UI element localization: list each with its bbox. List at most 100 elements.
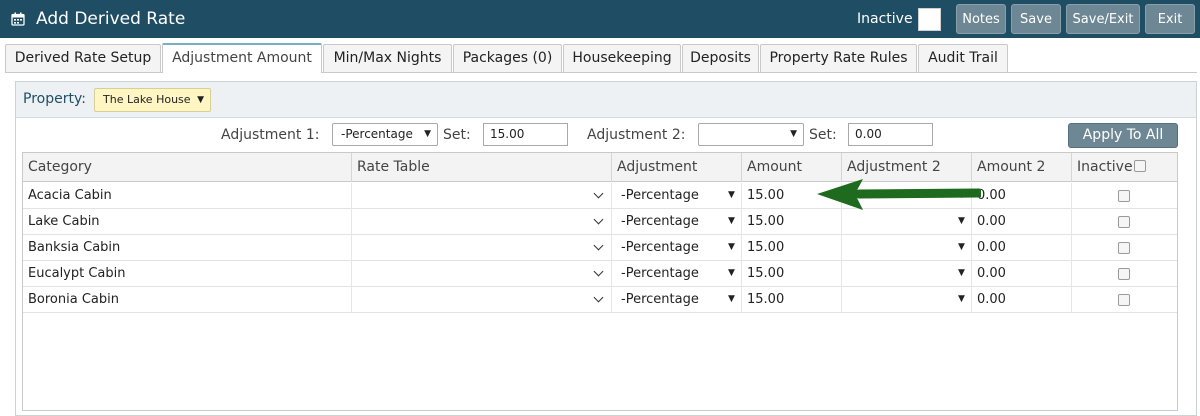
adjustment-value: -Percentage — [621, 188, 699, 203]
tab-deposits[interactable]: Deposits — [682, 44, 759, 72]
inactive-label: Inactive — [857, 11, 913, 27]
set2-label: Set: — [809, 127, 837, 143]
dropdown-triangle-icon: ▼ — [728, 294, 735, 304]
adjustment-select[interactable]: -Percentage ▼ — [612, 209, 742, 235]
chevron-down-icon — [593, 188, 604, 199]
notes-button[interactable]: Notes — [956, 4, 1006, 34]
header-amount2[interactable]: Amount 2 — [972, 153, 1072, 182]
category-cell: Eucalypt Cabin — [23, 261, 352, 287]
tab-derived-rate-setup[interactable]: Derived Rate Setup — [5, 44, 161, 72]
inactive-checkbox[interactable] — [1118, 190, 1130, 202]
header-inactive-label: Inactive — [1077, 159, 1133, 175]
exit-button[interactable]: Exit — [1145, 4, 1195, 34]
chevron-down-icon — [593, 266, 604, 277]
amount2-input[interactable]: 0.00 — [972, 183, 1072, 209]
adjustment1-select-value: -Percentage — [341, 127, 413, 141]
amount2-input[interactable]: 0.00 — [972, 209, 1072, 235]
rate-table-select[interactable] — [352, 183, 612, 209]
category-cell: Banksia Cabin — [23, 235, 352, 261]
adjustment2-select[interactable]: ▼ — [842, 235, 972, 261]
dropdown-triangle-icon: ▼ — [790, 129, 797, 139]
inactive-checkbox[interactable] — [918, 8, 941, 31]
apply-to-all-button[interactable]: Apply To All — [1068, 123, 1178, 148]
rate-table-select[interactable] — [352, 209, 612, 235]
property-select-value: The Lake House — [103, 93, 191, 106]
adjustment1-select[interactable]: -Percentage ▼ — [332, 123, 438, 146]
rate-table-select[interactable] — [352, 261, 612, 287]
category-cell: Acacia Cabin — [23, 183, 352, 209]
adjustment2-select[interactable]: ▼ — [842, 261, 972, 287]
rate-table-select[interactable] — [352, 287, 612, 313]
adjustment1-label: Adjustment 1: — [221, 127, 320, 143]
tab-audit-trail[interactable]: Audit Trail — [918, 44, 1008, 72]
tab-property-rate-rules[interactable]: Property Rate Rules — [760, 44, 917, 72]
adjustment-panel: Property: The Lake House ▼ Adjustment 1:… — [15, 81, 1197, 416]
header-inactive: Inactive — [1072, 153, 1177, 182]
bulk-adjustment-row: Adjustment 1: -Percentage ▼ Set: 15.00 A… — [16, 119, 1196, 151]
header-adjustment[interactable]: Adjustment — [612, 153, 742, 182]
tab-packages[interactable]: Packages (0) — [453, 44, 562, 72]
dropdown-triangle-icon: ▼ — [424, 129, 431, 139]
amount2-input[interactable]: 0.00 — [972, 287, 1072, 313]
tab-adjustment-amount[interactable]: Adjustment Amount — [162, 43, 322, 73]
chevron-down-icon — [593, 214, 604, 225]
save-exit-button[interactable]: Save/Exit — [1066, 4, 1140, 34]
inactive-checkbox[interactable] — [1118, 216, 1130, 228]
header-category[interactable]: Category — [23, 153, 352, 182]
category-cell: Lake Cabin — [23, 209, 352, 235]
adjustment-select[interactable]: -Percentage ▼ — [612, 261, 742, 287]
adjustment-select[interactable]: -Percentage ▼ — [612, 287, 742, 313]
dropdown-triangle-icon: ▼ — [197, 95, 204, 105]
calendar-icon — [11, 12, 25, 26]
amount2-input[interactable]: 0.00 — [972, 261, 1072, 287]
rate-grid: Category Rate Table Adjustment Amount Ad… — [22, 152, 1178, 411]
adjustment-select[interactable]: -Percentage ▼ — [612, 235, 742, 261]
tab-min-max-nights[interactable]: Min/Max Nights — [323, 44, 452, 72]
inactive-checkbox[interactable] — [1118, 268, 1130, 280]
property-label: Property: — [23, 91, 86, 107]
inactive-cell — [1072, 209, 1177, 235]
dropdown-triangle-icon: ▼ — [728, 216, 735, 226]
amount-input[interactable]: 15.00 — [742, 235, 842, 261]
inactive-cell — [1072, 287, 1177, 313]
category-cell: Boronia Cabin — [23, 287, 352, 313]
amount-input[interactable]: 15.00 — [742, 287, 842, 313]
amount2-input[interactable]: 0.00 — [972, 235, 1072, 261]
adjustment2-select[interactable]: ▼ — [698, 123, 804, 146]
property-bar: Property: The Lake House ▼ — [16, 82, 1196, 118]
set2-input[interactable]: 0.00 — [848, 123, 933, 146]
tab-housekeeping[interactable]: Housekeeping — [563, 44, 681, 72]
adjustment-value: -Percentage — [621, 214, 699, 229]
dropdown-triangle-icon: ▼ — [958, 294, 965, 304]
adjustment-value: -Percentage — [621, 266, 699, 281]
set1-input[interactable]: 15.00 — [483, 123, 568, 146]
inactive-checkbox[interactable] — [1118, 242, 1130, 254]
inactive-cell — [1072, 235, 1177, 261]
adjustment2-select[interactable]: ▼ — [842, 287, 972, 313]
header-rate-table[interactable]: Rate Table — [352, 153, 612, 182]
set1-label: Set: — [443, 127, 471, 143]
rate-table-select[interactable] — [352, 235, 612, 261]
table-row: Banksia Cabin -Percentage ▼ 15.00 ▼ 0.00 — [23, 235, 1177, 261]
dropdown-triangle-icon: ▼ — [958, 242, 965, 252]
save-button[interactable]: Save — [1011, 4, 1061, 34]
adjustment-value: -Percentage — [621, 240, 699, 255]
adjustment-select[interactable]: -Percentage ▼ — [612, 183, 742, 209]
inactive-checkbox[interactable] — [1118, 294, 1130, 306]
chevron-down-icon — [593, 240, 604, 251]
inactive-cell — [1072, 183, 1177, 209]
table-row: Lake Cabin -Percentage ▼ 15.00 ▼ 0.00 — [23, 209, 1177, 235]
amount-input[interactable]: 15.00 — [742, 261, 842, 287]
dropdown-triangle-icon: ▼ — [728, 190, 735, 200]
property-select[interactable]: The Lake House ▼ — [94, 88, 211, 112]
chevron-down-icon — [593, 292, 604, 303]
green-arrow-icon — [817, 179, 981, 210]
adjustment-value: -Percentage — [621, 292, 699, 307]
inactive-all-checkbox[interactable] — [1134, 160, 1146, 172]
page-title: Add Derived Rate — [36, 9, 186, 29]
inactive-cell — [1072, 261, 1177, 287]
table-row: Acacia Cabin -Percentage ▼ 15.00 ▼ 0.00 — [23, 183, 1177, 209]
table-row: Boronia Cabin -Percentage ▼ 15.00 ▼ 0.00 — [23, 287, 1177, 313]
dropdown-triangle-icon: ▼ — [958, 268, 965, 278]
dropdown-triangle-icon: ▼ — [728, 268, 735, 278]
